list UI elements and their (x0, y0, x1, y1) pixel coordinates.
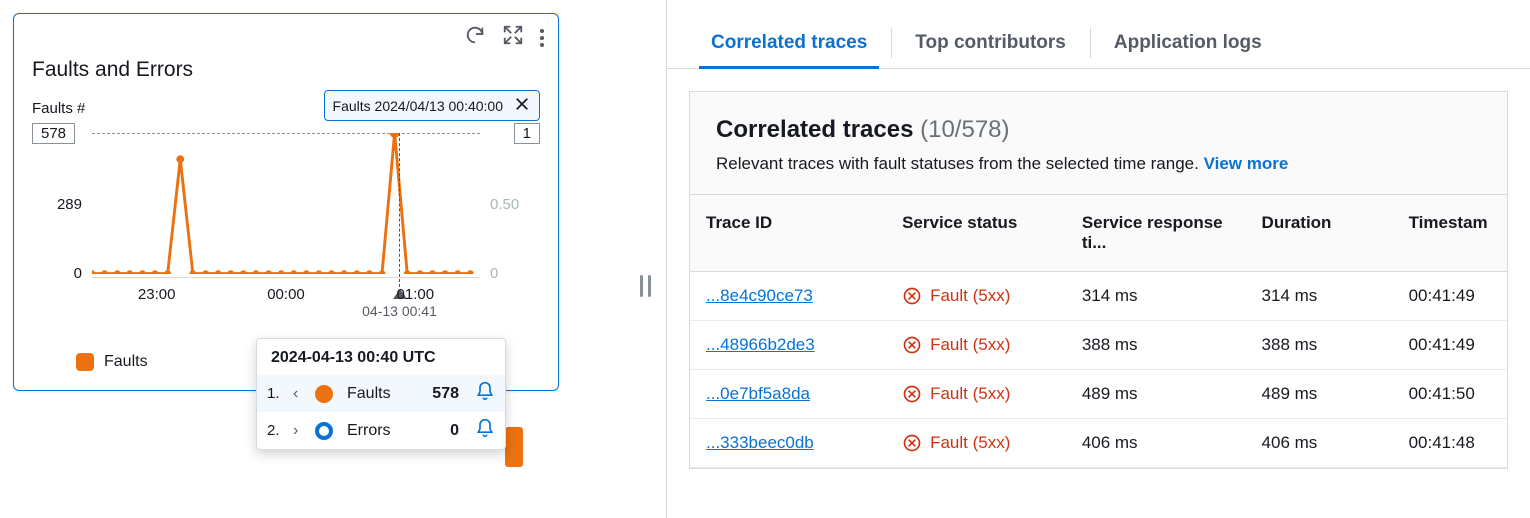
response-time: 489 ms (1066, 370, 1246, 419)
timestamp: 00:41:50 (1393, 370, 1507, 419)
faults-swatch-icon (76, 353, 94, 371)
fault-icon (902, 286, 922, 306)
chevron-right-icon: › (293, 422, 305, 440)
timestamp: 00:41:49 (1393, 321, 1507, 370)
x-tick: 00:00 (267, 286, 305, 303)
section-title: Correlated traces (716, 116, 913, 143)
resize-handle[interactable] (640, 275, 654, 297)
x-tick: 01:00 (397, 286, 435, 303)
table-header-row: Trace ID Service status Service response… (690, 195, 1507, 272)
section-count: (10/578) (920, 116, 1009, 143)
series-filter-chip[interactable]: Faults 2024/04/13 00:40:00 (324, 90, 540, 121)
response-time: 314 ms (1066, 272, 1246, 321)
tooltip-row-faults[interactable]: 1. ‹ Faults 578 (257, 375, 505, 412)
correlated-traces-section: Correlated traces (10/578) Relevant trac… (689, 91, 1508, 469)
bell-icon[interactable] (475, 418, 495, 443)
faults-errors-chart-card: Faults and Errors Faults # Errors # Faul… (13, 13, 559, 391)
refresh-icon[interactable] (464, 24, 486, 51)
col-service-status[interactable]: Service status (886, 195, 1066, 272)
left-axis-title: Faults # (32, 100, 85, 117)
duration: 314 ms (1246, 272, 1393, 321)
table-row[interactable]: ...0e7bf5a8daFault (5xx)489 ms489 ms00:4… (690, 370, 1507, 419)
y-right-zero: 0 (490, 265, 540, 282)
table-row[interactable]: ...333beec0dbFault (5xx)406 ms406 ms00:4… (690, 419, 1507, 468)
tooltip-row-errors[interactable]: 2. › Errors 0 (257, 412, 505, 449)
tab-top-contributors[interactable]: Top contributors (891, 18, 1090, 68)
chart-toolbar (464, 24, 544, 51)
chart-plot-area[interactable]: 578 1 . 289 0 . 0.50 0 04-13 00:41 (32, 127, 540, 307)
partial-button[interactable] (505, 427, 523, 467)
x-tick: 23:00 (138, 286, 176, 303)
chart-tooltip: 2024-04-13 00:40 UTC 1. ‹ Faults 578 2. … (256, 338, 506, 450)
y-right-mid: 0.50 (490, 196, 540, 213)
fault-icon (902, 335, 922, 355)
chart-cursor-label: 04-13 00:41 (358, 303, 441, 319)
y-left-zero: 0 (32, 265, 82, 282)
fault-icon (902, 433, 922, 453)
fault-status: Fault (5xx) (902, 286, 1050, 306)
col-response-time[interactable]: Service response ti... (1066, 195, 1246, 272)
chart-title: Faults and Errors (32, 58, 540, 82)
fault-status: Fault (5xx) (902, 433, 1050, 453)
close-icon[interactable] (513, 95, 531, 116)
tab-application-logs[interactable]: Application logs (1090, 18, 1286, 68)
more-actions-icon[interactable] (540, 26, 544, 50)
errors-marker-icon (315, 422, 333, 440)
col-duration[interactable]: Duration (1246, 195, 1393, 272)
legend-faults-label: Faults (104, 353, 148, 371)
expand-icon[interactable] (502, 24, 524, 51)
fault-status: Fault (5xx) (902, 335, 1050, 355)
trace-id-link[interactable]: ...0e7bf5a8da (706, 384, 810, 403)
timestamp: 00:41:49 (1393, 272, 1507, 321)
table-row[interactable]: ...48966b2de3Fault (5xx)388 ms388 ms00:4… (690, 321, 1507, 370)
table-row[interactable]: ...8e4c90ce73Fault (5xx)314 ms314 ms00:4… (690, 272, 1507, 321)
duration: 406 ms (1246, 419, 1393, 468)
trace-id-link[interactable]: ...8e4c90ce73 (706, 286, 813, 305)
section-subtext: Relevant traces with fault statuses from… (716, 154, 1204, 173)
chevron-left-icon: ‹ (293, 385, 305, 403)
timestamp: 00:41:48 (1393, 419, 1507, 468)
bell-icon[interactable] (475, 381, 495, 406)
tab-correlated-traces[interactable]: Correlated traces (687, 18, 891, 68)
duration: 489 ms (1246, 370, 1393, 419)
col-trace-id[interactable]: Trace ID (690, 195, 886, 272)
faults-line (92, 133, 480, 274)
tooltip-timestamp: 2024-04-13 00:40 UTC (257, 339, 505, 375)
faults-marker-icon (315, 385, 333, 403)
fault-icon (902, 384, 922, 404)
view-more-link[interactable]: View more (1204, 154, 1289, 173)
duration: 388 ms (1246, 321, 1393, 370)
tabs: Correlated traces Top contributors Appli… (687, 18, 1510, 68)
response-time: 406 ms (1066, 419, 1246, 468)
traces-table: Trace ID Service status Service response… (690, 195, 1507, 468)
y-left-mid: 289 (32, 196, 82, 213)
col-timestamp[interactable]: Timestam (1393, 195, 1507, 272)
trace-id-link[interactable]: ...48966b2de3 (706, 335, 815, 354)
trace-id-link[interactable]: ...333beec0db (706, 433, 814, 452)
chart-cursor[interactable]: 04-13 00:41 (399, 133, 400, 287)
right-panel: Correlated traces Top contributors Appli… (666, 0, 1530, 518)
response-time: 388 ms (1066, 321, 1246, 370)
filter-chip-text: Faults 2024/04/13 00:40:00 (333, 98, 503, 114)
fault-status: Fault (5xx) (902, 384, 1050, 404)
